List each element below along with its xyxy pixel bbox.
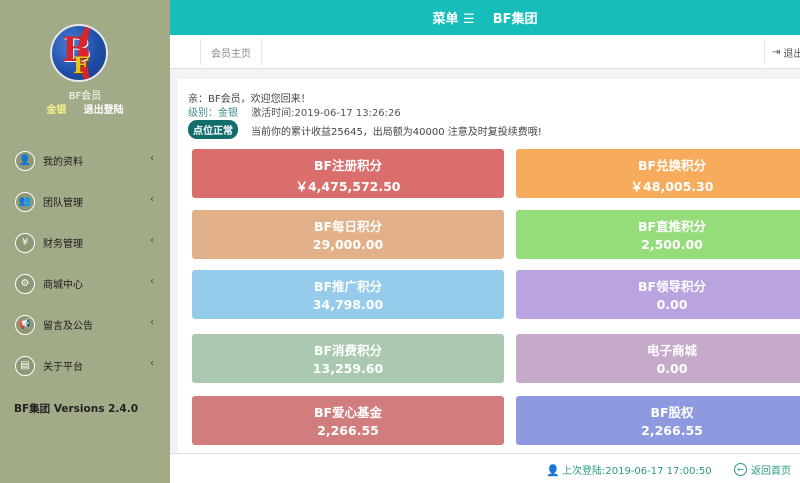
card-value: 0.00 [656,297,688,312]
logout-link[interactable]: 退出登陆 [84,105,124,116]
points-card[interactable]: BF推广积分 34,798.00 [192,270,504,319]
bf-logo: B F [50,24,108,82]
user-check-icon: 👤 [546,463,560,477]
card-title: BF注册积分 [313,158,383,173]
back-arrow-icon: ← [734,463,747,476]
chevron-left-icon: ‹ [150,153,154,164]
card-value: ￥4,475,572.50 [295,179,401,194]
card-title: 电子商城 [646,343,697,358]
yen-icon: ¥ [15,232,35,253]
sidebar-item-label: 商城中心 [43,280,83,291]
card-title: BF股权 [650,405,694,420]
menu-toggle-button[interactable]: 菜单 ☰ [433,8,475,27]
tab-bar: 会员主页 ⇥ 退出 [170,35,800,69]
points-card[interactable]: BF爱心基金 2,266.55 [192,396,504,445]
back-home-label: 返回首页 [751,466,791,477]
sidebar-item-label: 团队管理 [43,198,83,209]
level-line: 级别：金银 激活时间:2019-06-17 13:26:26 [188,104,401,119]
sidebar-item-label: 关于平台 [43,362,83,373]
sidebar-item-label: 财务管理 [43,239,83,250]
sidebar-item-shop[interactable]: ⚙ 商城中心 ‹ [0,263,170,304]
card-value: 2,500.00 [641,237,703,252]
points-card[interactable]: BF每日积分 29,000.00 [192,210,504,259]
earnings-notice: 当前你的累计收益25645，出局额为40000 注意及时复投续费哦! [251,127,542,138]
last-login-text: 上次登陆:2019-06-17 17:00:50 [562,466,712,477]
version-label: BF集团 Versions 2.4.0 [14,403,139,415]
document-icon: ▤ [15,355,35,376]
card-value: 13,259.60 [312,361,384,376]
sidebar-item-about[interactable]: ▤ 关于平台 ‹ [0,345,170,386]
points-card[interactable]: BF消费积分 13,259.60 [192,334,504,383]
level-link[interactable]: 金银 [46,105,66,116]
sidebar-item-label: 留言及公告 [43,321,93,332]
card-value: 2,266.55 [317,423,379,438]
points-card[interactable]: BF兑换积分 ￥48,005.30 [516,149,800,198]
card-title: BF每日积分 [313,219,383,234]
sidebar-item-messages[interactable]: 📢 留言及公告 ‹ [0,304,170,345]
back-home-link[interactable]: ← 返回首页 [734,462,791,477]
card-title: BF直推积分 [637,219,707,234]
exit-icon: ⇥ [772,46,781,58]
tab-member-home[interactable]: 会员主页 [200,39,262,65]
dashboard-panel: 亲：BF会员，欢迎您回来！ 级别：金银 激活时间:2019-06-17 13:2… [178,79,800,453]
sidebar-item-label: 我的资料 [43,157,83,168]
footer: 👤 上次登陆:2019-06-17 17:00:50 ← 返回首页 [170,453,800,483]
last-login: 👤 上次登陆:2019-06-17 17:00:50 [546,462,712,478]
card-title: BF消费积分 [313,343,383,358]
chevron-left-icon: ‹ [150,358,154,369]
top-bar: 菜单 ☰ BF集团 [170,0,800,35]
card-value: 29,000.00 [312,237,384,252]
chevron-left-icon: ‹ [150,235,154,246]
points-card[interactable]: BF领导积分 0.00 [516,270,800,319]
main-content: 亲：BF会员，欢迎您回来！ 级别：金银 激活时间:2019-06-17 13:2… [170,69,800,453]
sidebar-menu: 👤 我的资料 ‹ 👥 团队管理 ‹ ¥ 财务管理 ‹ ⚙ 商城中心 ‹ 📢 留言… [0,140,170,386]
user-links: 金银 退出登陆 [0,101,170,116]
card-value: 2,266.55 [641,423,703,438]
exit-tab-button[interactable]: ⇥ 退出 [764,39,800,65]
points-card[interactable]: BF直推积分 2,500.00 [516,210,800,259]
card-title: BF推广积分 [313,279,383,294]
chevron-left-icon: ‹ [150,317,154,328]
card-value: ￥48,005.30 [630,179,714,194]
card-title: BF爱心基金 [313,405,383,420]
sidebar: B F BF会员 金银 退出登陆 👤 我的资料 ‹ 👥 团队管理 ‹ ¥ 财务管… [0,0,170,483]
sidebar-item-team[interactable]: 👥 团队管理 ‹ [0,181,170,222]
brand-title: BF集团 [492,12,538,27]
card-title: BF领导积分 [637,279,707,294]
sidebar-item-profile[interactable]: 👤 我的资料 ‹ [0,140,170,181]
chevron-left-icon: ‹ [150,276,154,287]
shop-icon: ⚙ [15,273,35,294]
card-value: 34,798.00 [312,297,384,312]
card-title: BF兑换积分 [637,158,707,173]
welcome-text: 亲：BF会员，欢迎您回来！ [188,94,311,105]
chevron-left-icon: ‹ [150,194,154,205]
team-icon: 👥 [15,191,35,212]
status-button[interactable]: 点位正常 [188,120,238,139]
points-card[interactable]: BF注册积分 ￥4,475,572.50 [192,149,504,198]
sidebar-item-finance[interactable]: ¥ 财务管理 ‹ [0,222,170,263]
activation-time: 激活时间:2019-06-17 13:26:26 [251,108,401,119]
card-value: 0.00 [656,361,688,376]
megaphone-icon: 📢 [15,314,35,335]
points-card[interactable]: 电子商城 0.00 [516,334,800,383]
user-name: BF会员 [68,91,102,102]
exit-label: 退出 [783,48,800,60]
user-icon: 👤 [15,150,35,171]
level-label: 级别：金银 [188,108,238,119]
points-card[interactable]: BF股权 2,266.55 [516,396,800,445]
